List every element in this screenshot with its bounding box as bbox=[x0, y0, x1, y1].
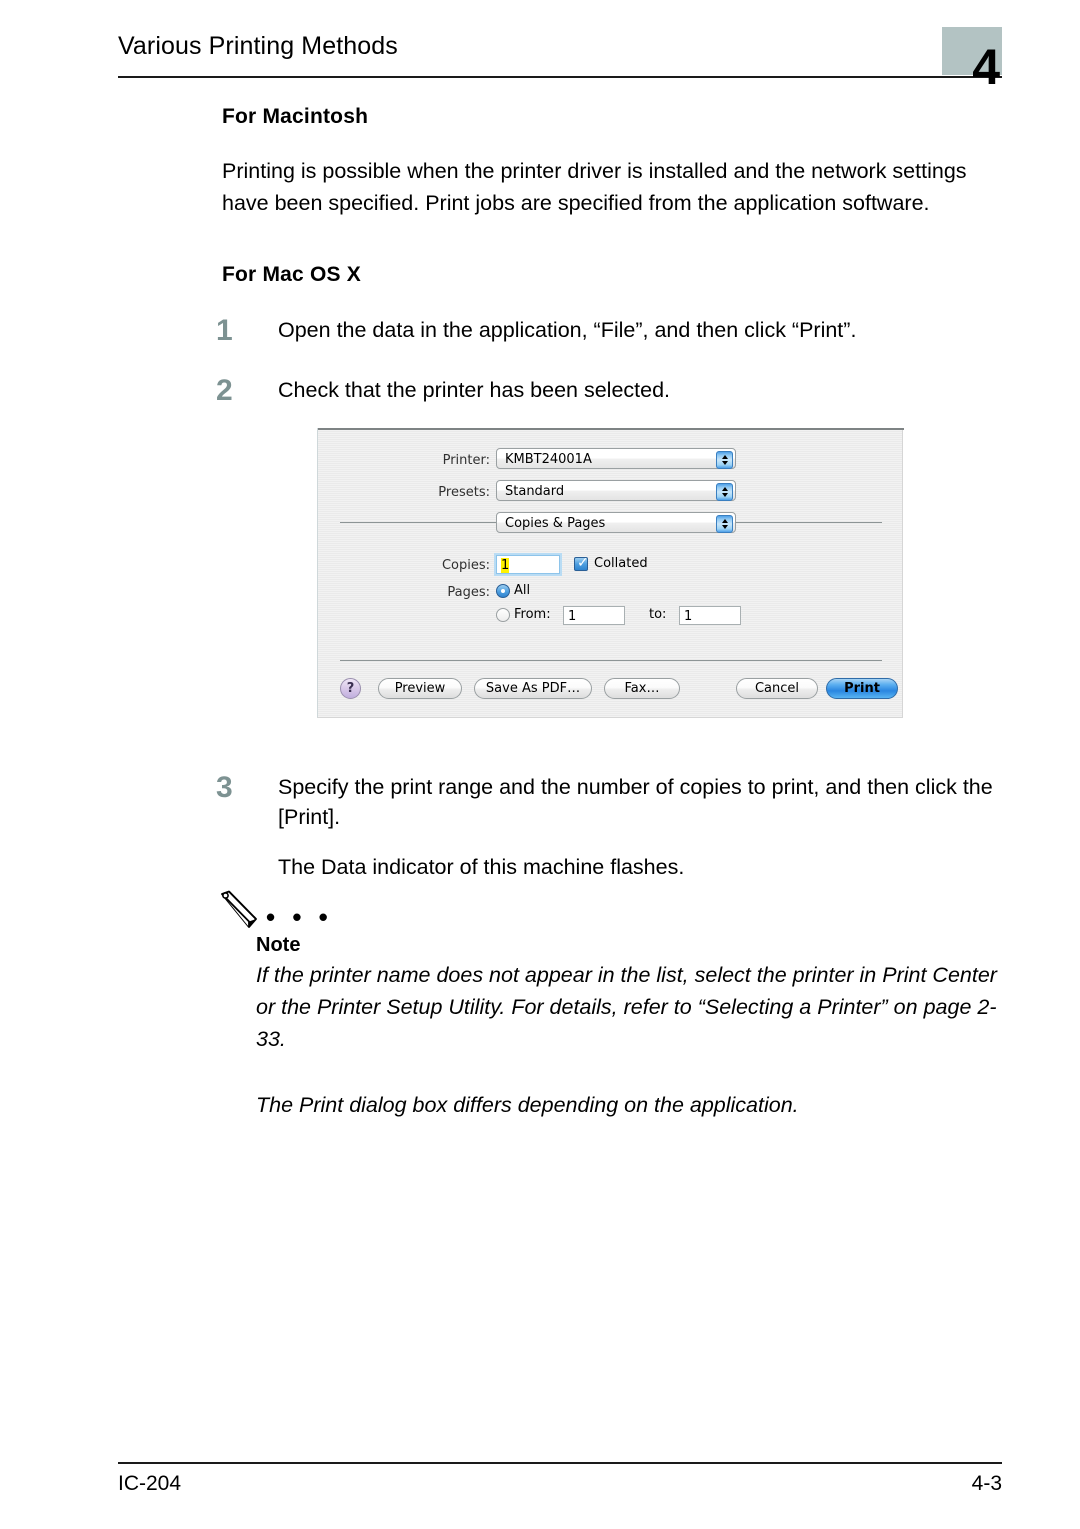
collated-checkbox[interactable]: ✓ bbox=[574, 555, 589, 571]
step-text: Open the data in the application, “File”… bbox=[278, 318, 857, 342]
pane-popup[interactable]: Copies & Pages bbox=[496, 512, 736, 533]
help-button-label: ? bbox=[346, 681, 355, 696]
printer-popup[interactable]: KMBT24001A bbox=[496, 448, 736, 469]
heading-for-mac-os-x: For Mac OS X bbox=[222, 263, 361, 286]
printer-label: Printer: bbox=[442, 453, 490, 468]
cancel-button-label: Cancel bbox=[754, 681, 800, 696]
print-button-label: Print bbox=[844, 681, 880, 696]
save-as-pdf-button-label: Save As PDF… bbox=[485, 681, 581, 696]
footer-model-number: IC-204 bbox=[118, 1472, 182, 1495]
fax-button-label: Fax… bbox=[624, 681, 660, 696]
cancel-button[interactable]: Cancel bbox=[736, 678, 818, 699]
chevron-down-icon bbox=[721, 524, 728, 529]
fax-button[interactable]: Fax… bbox=[604, 678, 680, 699]
preview-button[interactable]: Preview bbox=[378, 678, 462, 699]
presets-popup[interactable]: Standard bbox=[496, 480, 736, 501]
steps-list-top: 1 Open the data in the application, “Fil… bbox=[216, 314, 1016, 425]
pages-from-radio[interactable] bbox=[496, 608, 510, 622]
dialog-top-border bbox=[318, 428, 904, 430]
step-number: 2 bbox=[216, 374, 233, 407]
page-header: Various Printing Methods 4 bbox=[118, 27, 1002, 92]
pages-to-value: 1 bbox=[684, 609, 693, 624]
print-button[interactable]: Print bbox=[826, 678, 898, 699]
chevron-updown-icon[interactable] bbox=[716, 514, 733, 533]
pages-from-input[interactable]: 1 bbox=[563, 606, 625, 625]
chevron-up-icon bbox=[721, 454, 728, 459]
chevron-down-icon bbox=[721, 492, 728, 497]
step-text: Specify the print range and the number o… bbox=[278, 775, 993, 829]
footer-page-number: 4-3 bbox=[971, 1472, 1002, 1495]
presets-label: Presets: bbox=[438, 485, 490, 500]
copies-input-value: 1 bbox=[501, 558, 510, 573]
note-body: If the printer name does not appear in t… bbox=[256, 963, 997, 1051]
copies-input[interactable]: 1 bbox=[496, 555, 560, 574]
step-sub-text: The Data indicator of this machine flash… bbox=[278, 855, 685, 879]
step-item-3: 3 Specify the print range and the number… bbox=[216, 771, 1016, 882]
note-dots: • • • bbox=[266, 902, 333, 932]
pane-popup-value: Copies & Pages bbox=[505, 516, 606, 531]
pages-from-value: 1 bbox=[568, 609, 577, 624]
pages-all-label: All bbox=[514, 583, 531, 598]
step-number: 3 bbox=[216, 771, 233, 804]
chevron-down-icon bbox=[721, 460, 728, 465]
chevron-updown-icon[interactable] bbox=[716, 482, 733, 501]
preview-button-label: Preview bbox=[394, 681, 446, 696]
collated-label: Collated bbox=[594, 556, 648, 571]
printer-popup-value: KMBT24001A bbox=[505, 452, 592, 467]
paragraph-macintosh-intro: Printing is possible when the printer dr… bbox=[222, 159, 967, 215]
header-divider bbox=[118, 76, 1002, 78]
check-icon: ✓ bbox=[577, 555, 589, 571]
save-as-pdf-button[interactable]: Save As PDF… bbox=[474, 678, 592, 699]
chevron-up-icon bbox=[721, 486, 728, 491]
copies-label: Copies: bbox=[441, 558, 490, 573]
steps-list-bottom: 3 Specify the print range and the number… bbox=[216, 771, 1016, 888]
presets-popup-value: Standard bbox=[505, 484, 565, 499]
pane-separator-left bbox=[340, 522, 496, 523]
note-title: Note bbox=[256, 934, 301, 956]
intro-content: For Macintosh Printing is possible when … bbox=[222, 105, 1012, 313]
pane-separator-right bbox=[736, 522, 882, 523]
help-button[interactable]: ? bbox=[340, 678, 361, 699]
note-body-secondary: The Print dialog box differs depending o… bbox=[256, 1093, 799, 1117]
chevron-up-icon bbox=[721, 518, 728, 523]
pages-label: Pages: bbox=[447, 585, 490, 600]
pages-from-label: From: bbox=[514, 607, 551, 622]
step-text: Check that the printer has been selected… bbox=[278, 378, 671, 402]
pages-to-input[interactable]: 1 bbox=[679, 606, 741, 625]
chevron-updown-icon[interactable] bbox=[716, 450, 733, 469]
note-icon-row: • • • bbox=[216, 890, 1016, 934]
chapter-number: 4 bbox=[972, 39, 1000, 95]
pencil-icon bbox=[221, 890, 257, 928]
note-block: • • • Note If the printer name does not … bbox=[216, 890, 1016, 1121]
step-item-2: 2 Check that the printer has been select… bbox=[216, 374, 1016, 419]
footer-divider bbox=[118, 1462, 1002, 1464]
step-item-1: 1 Open the data in the application, “Fil… bbox=[216, 314, 1016, 359]
page-title: Various Printing Methods bbox=[118, 32, 398, 60]
pages-to-label: to: bbox=[649, 607, 667, 622]
pages-all-radio[interactable] bbox=[496, 584, 510, 598]
footer-separator bbox=[340, 660, 882, 661]
heading-for-macintosh: For Macintosh bbox=[222, 105, 369, 128]
step-number: 1 bbox=[216, 314, 233, 347]
print-dialog: Printer: KMBT24001A Presets: Standard Co… bbox=[317, 428, 904, 718]
